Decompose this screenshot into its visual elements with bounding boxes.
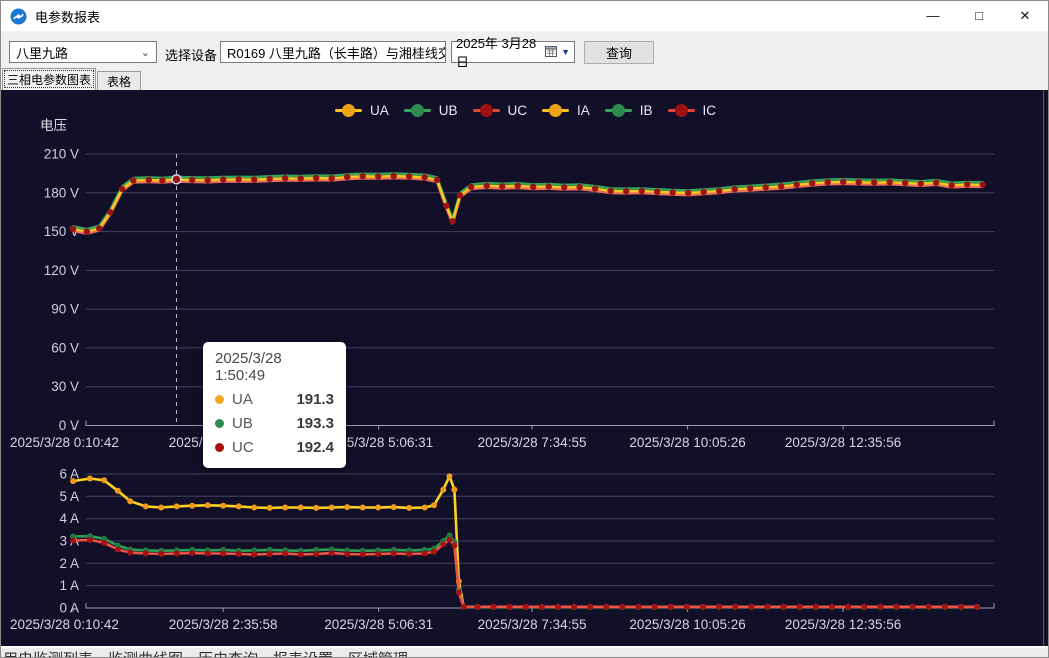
svg-text:6 A: 6 A bbox=[59, 467, 79, 482]
svg-text:2 A: 2 A bbox=[59, 556, 79, 571]
chevron-down-icon: ▼ bbox=[561, 47, 570, 57]
svg-text:0 V: 0 V bbox=[59, 418, 79, 433]
svg-text:180 V: 180 V bbox=[44, 185, 79, 200]
svg-text:2025/3/28 0:10:42: 2025/3/28 0:10:42 bbox=[10, 435, 119, 450]
date-picker-value: 2025年 3月28日 bbox=[456, 33, 539, 71]
svg-text:0 A: 0 A bbox=[59, 601, 79, 616]
series-dot-icon bbox=[215, 419, 224, 428]
toolbar: 八里九路 ⌄ 选择设备 R0169 八里九路（长丰路）与湘桂线交 ⌄ 2025年… bbox=[1, 31, 1048, 67]
line-select[interactable]: 八里九路 ⌄ bbox=[9, 41, 157, 63]
svg-text:2025/3/28 7:34:55: 2025/3/28 7:34:55 bbox=[478, 435, 587, 450]
svg-text:120 V: 120 V bbox=[44, 263, 79, 278]
svg-text:30 V: 30 V bbox=[51, 379, 79, 394]
chart-panel: UA UB UC IA IB IC 电压 21 bbox=[1, 90, 1049, 646]
series-dot-icon bbox=[215, 395, 224, 404]
svg-text:60 V: 60 V bbox=[51, 340, 79, 355]
svg-text:2025/3/28 7:34:55: 2025/3/28 7:34:55 bbox=[478, 617, 587, 632]
background-window-strip: 用电监测列表 监测曲线图 历史查询 报表设置 区域管理 bbox=[1, 646, 1048, 658]
svg-text:2025/3/28 2:35:58: 2025/3/28 2:35:58 bbox=[169, 617, 278, 632]
svg-text:2025/3/28 10:05:26: 2025/3/28 10:05:26 bbox=[629, 435, 745, 450]
device-select-value: R0169 八里九路（长丰路）与湘桂线交 bbox=[227, 43, 446, 62]
svg-text:2025/3/28 5:06:31: 2025/3/28 5:06:31 bbox=[324, 617, 433, 632]
svg-text:90 V: 90 V bbox=[51, 302, 79, 317]
tooltip-row-ua: UA 191.3 bbox=[215, 387, 334, 411]
svg-text:5 A: 5 A bbox=[59, 489, 79, 504]
date-picker[interactable]: 2025年 3月28日 ▼ bbox=[451, 41, 575, 63]
series-dot-icon bbox=[215, 443, 224, 452]
svg-text:2025/3/28 0:10:42: 2025/3/28 0:10:42 bbox=[10, 617, 119, 632]
line-select-value: 八里九路 bbox=[16, 43, 68, 62]
svg-text:2025/3/28 12:35:56: 2025/3/28 12:35:56 bbox=[785, 617, 901, 632]
tooltip-row-uc: UC 192.4 bbox=[215, 435, 334, 459]
window-controls: — □ ✕ bbox=[910, 1, 1048, 31]
title-bar: 电参数报表 — □ ✕ bbox=[1, 1, 1048, 31]
device-label: 选择设备 bbox=[165, 45, 217, 64]
window-title: 电参数报表 bbox=[35, 7, 910, 26]
app-window: 电参数报表 — □ ✕ 八里九路 ⌄ 选择设备 R0169 八里九路（长丰路）与… bbox=[0, 0, 1049, 658]
tab-table-label: 表格 bbox=[107, 73, 131, 90]
minimize-button[interactable]: — bbox=[910, 1, 956, 31]
maximize-button[interactable]: □ bbox=[956, 1, 1002, 31]
chevron-down-icon: ⌄ bbox=[135, 46, 150, 59]
app-icon bbox=[10, 8, 27, 25]
device-select[interactable]: R0169 八里九路（长丰路）与湘桂线交 ⌄ bbox=[220, 41, 446, 63]
panel-edge-divider bbox=[1043, 90, 1044, 646]
chart-tooltip: 2025/3/28 1:50:49 UA 191.3 UB 193.3 UC 1… bbox=[203, 342, 346, 468]
tooltip-row-ub: UB 193.3 bbox=[215, 411, 334, 435]
svg-text:210 V: 210 V bbox=[44, 147, 79, 162]
tab-chart-label: 三相电参数图表 bbox=[7, 71, 91, 88]
tooltip-timestamp: 2025/3/28 1:50:49 bbox=[215, 350, 334, 384]
background-window-text: 用电监测列表 监测曲线图 历史查询 报表设置 区域管理 bbox=[3, 648, 408, 658]
tab-chart[interactable]: 三相电参数图表 bbox=[2, 68, 96, 90]
svg-text:4 A: 4 A bbox=[59, 511, 79, 526]
query-button[interactable]: 查询 bbox=[584, 41, 654, 64]
svg-text:1 A: 1 A bbox=[59, 578, 79, 593]
calendar-icon bbox=[545, 45, 557, 60]
svg-text:2025/3/28 12:35:56: 2025/3/28 12:35:56 bbox=[785, 435, 901, 450]
svg-text:2025/3/28 10:05:26: 2025/3/28 10:05:26 bbox=[629, 617, 745, 632]
close-button[interactable]: ✕ bbox=[1002, 1, 1048, 31]
tab-table[interactable]: 表格 bbox=[97, 71, 141, 90]
line-charts[interactable]: 210 V180 V150 V120 V90 V60 V30 V0 V2025/… bbox=[1, 90, 1049, 646]
tab-strip: 三相电参数图表 表格 bbox=[1, 67, 1048, 90]
